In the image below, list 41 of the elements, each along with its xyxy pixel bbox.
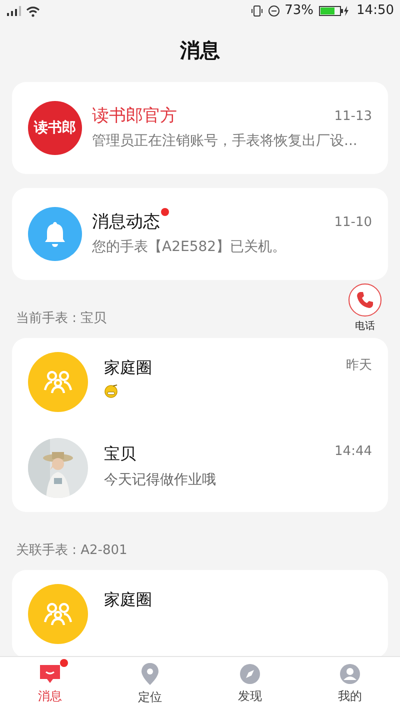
call-button[interactable]: 电话 [348, 283, 382, 334]
vibrate-icon [250, 5, 263, 17]
message-time: 11-10 [334, 214, 372, 232]
message-time: 14:44 [334, 443, 372, 461]
user-icon [339, 663, 361, 685]
page-title: 消息 [180, 36, 220, 64]
contact-name: 家庭圈 [104, 589, 152, 611]
contact-name: 消息动态 [92, 212, 160, 232]
message-time: 昨天 [346, 357, 372, 375]
message-card[interactable]: 读书郎 读书郎官方 11-13 管理员正在注销账号，手表将恢复出厂设... [12, 82, 388, 174]
tab-bar-item[interactable]: 定位 [100, 657, 200, 711]
wifi-icon [26, 6, 40, 16]
tab-bar-item[interactable]: 我的 [300, 657, 400, 711]
section-label: 关联手表 : A2-801 [16, 542, 128, 560]
chat-row[interactable]: 家庭圈 [28, 582, 372, 646]
message-preview: 管理员正在注销账号，手表将恢复出厂设... [92, 132, 358, 152]
message-icon [38, 663, 62, 685]
contact-name: 家庭圈 [104, 357, 152, 379]
brand-logo: 读书郎 [28, 101, 82, 155]
message-card[interactable]: 消息动态 11-10 您的手表【A2E582】已关机。 [12, 188, 388, 280]
chat-row[interactable]: 宝贝 14:44 今天记得做作业哦 [28, 436, 372, 500]
battery-charging-icon [318, 5, 349, 17]
message-preview: 您的手表【A2E582】已关机。 [92, 238, 288, 258]
location-pin-icon [140, 662, 160, 686]
message-preview: 今天记得做作业哦 [104, 471, 217, 490]
message-time: 11-13 [334, 108, 372, 126]
chat-row[interactable]: 家庭圈 昨天 [28, 350, 372, 414]
contact-name: 宝贝 [104, 443, 136, 465]
people-icon [43, 602, 73, 626]
tab-bar-item[interactable]: 消息 [0, 657, 100, 711]
battery-percent: 73% [284, 2, 314, 20]
clock-time: 14:50 [356, 2, 394, 20]
compass-icon [239, 663, 261, 685]
bell-icon [43, 221, 67, 247]
tab-bar-item[interactable]: 发现 [200, 657, 300, 711]
signal-icon [6, 6, 22, 16]
phone-icon [348, 283, 382, 317]
people-icon [43, 370, 73, 394]
do-not-disturb-icon [268, 5, 280, 17]
contact-name: 读书郎官方 [92, 106, 177, 126]
section-label: 当前手表 : 宝贝 [16, 310, 107, 328]
